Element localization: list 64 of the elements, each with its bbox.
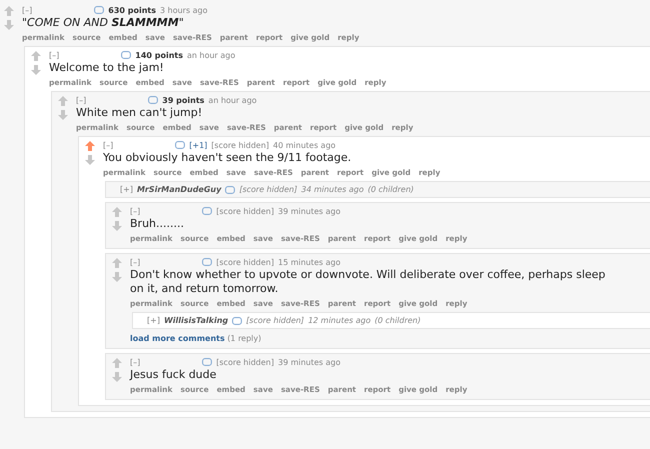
collapse-toggle[interactable]: [–]	[130, 358, 140, 366]
comment-icon	[175, 141, 186, 149]
upvote-arrow-icon[interactable]	[85, 141, 95, 151]
comment-score: 39 points	[162, 96, 204, 104]
upvote-arrow-icon[interactable]	[58, 96, 68, 106]
comment-icon	[225, 186, 236, 194]
load-more-link[interactable]: load more comments	[130, 334, 225, 343]
upvote-arrow-icon[interactable]	[112, 207, 122, 217]
expand-toggle[interactable]: [+]	[147, 316, 160, 325]
comment-score: 630 points	[108, 6, 156, 14]
comment-icon	[94, 6, 104, 14]
downvote-arrow-icon[interactable]	[112, 221, 122, 231]
upvote-arrow-icon[interactable]	[112, 258, 122, 268]
collapse-toggle[interactable]: [–]	[103, 140, 114, 150]
expand-toggle[interactable]: [+]	[120, 185, 133, 194]
comment-icon	[202, 358, 212, 366]
upvote-arrow-icon[interactable]	[112, 358, 122, 368]
comment-score: [score hidden]	[216, 206, 274, 216]
reply-count: (1 reply)	[227, 334, 262, 343]
comment-score: [score hidden]	[246, 316, 304, 325]
comment-score: [score hidden]	[211, 140, 270, 150]
comment-score: [score hidden]	[239, 185, 298, 194]
comment-text: Welcome to the jam!	[49, 61, 165, 75]
comment-time: 15 minutes ago	[278, 258, 341, 266]
comment-text: White men can't jump!	[76, 106, 204, 120]
comment-icon	[232, 316, 242, 324]
comment-time: 12 minutes ago	[308, 316, 371, 325]
comment-author[interactable]: MrSirManDudeGuy	[136, 185, 222, 194]
comment-text: Jesus fuck dude	[130, 368, 218, 382]
comment-icon	[202, 258, 212, 266]
collapse-toggle[interactable]: [–]	[22, 6, 32, 14]
downvote-arrow-icon[interactable]	[58, 110, 68, 120]
downvote-arrow-icon[interactable]	[112, 272, 122, 282]
comment-text: Don't know whether to upvote or downvote. Will deliberate over coffee, perhaps sleep on it, and return tomorrow.	[130, 268, 606, 296]
comment-text: "COME ON AND SLAMMMM"	[22, 16, 185, 30]
score-flair: [+1]	[189, 140, 208, 150]
comment-time: an hour ago	[208, 96, 257, 104]
collapse-toggle[interactable]: [–]	[130, 258, 140, 266]
upvote-arrow-icon[interactable]	[4, 6, 14, 16]
comment-icon	[121, 51, 132, 59]
downvote-arrow-icon[interactable]	[85, 155, 95, 165]
comment-score: 140 points	[135, 50, 183, 60]
comment-icon	[148, 96, 158, 104]
collapse-toggle[interactable]: [–]	[49, 50, 60, 60]
comment-score: [score hidden]	[216, 358, 274, 366]
comment-time: 34 minutes ago	[301, 185, 364, 194]
children-count: (0 children)	[374, 316, 421, 325]
collapse-toggle[interactable]: [–]	[130, 206, 140, 216]
comment-score: [score hidden]	[216, 258, 274, 266]
upvote-arrow-icon[interactable]	[31, 51, 41, 61]
comment-time: 40 minutes ago	[273, 140, 336, 150]
comment-author[interactable]: WillisisTalking	[164, 316, 228, 325]
comment-icon	[202, 207, 212, 215]
comment-time: an hour ago	[186, 50, 236, 60]
comment-text: You obviously haven't seen the 9/11 footage.	[103, 151, 352, 165]
downvote-arrow-icon[interactable]	[112, 372, 122, 382]
comment-time: 39 minutes ago	[278, 206, 341, 216]
comment-time: 39 minutes ago	[278, 358, 341, 366]
collapse-toggle[interactable]: [–]	[76, 96, 86, 104]
downvote-arrow-icon[interactable]	[31, 65, 41, 75]
children-count: (0 children)	[368, 185, 414, 194]
downvote-arrow-icon[interactable]	[4, 20, 14, 30]
comment-time: 3 hours ago	[160, 6, 208, 14]
comment-text: Bruh........	[130, 217, 185, 231]
